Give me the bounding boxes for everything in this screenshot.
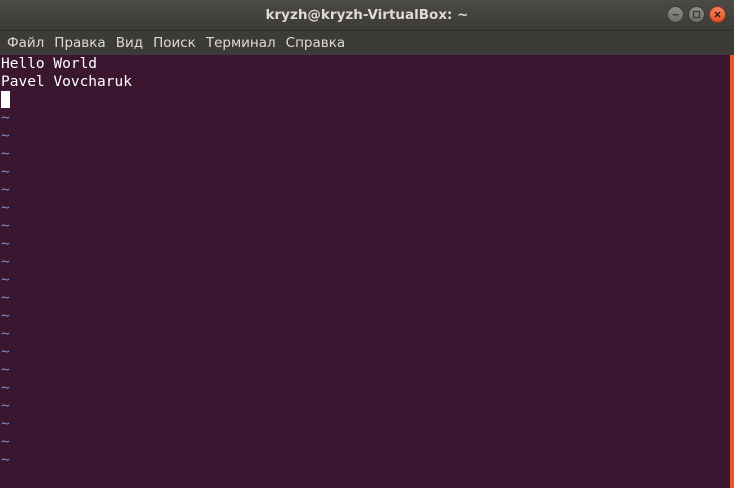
minimize-icon [671,10,680,19]
empty-line-tilde: ~ [1,416,10,432]
terminal-line: Hello World [1,56,98,72]
close-icon [713,10,722,19]
empty-line-tilde: ~ [1,236,10,252]
text-cursor [1,91,10,108]
terminal-window: kryzh@kryzh-VirtualBox: ~ Файл Правка Ви… [0,0,734,488]
empty-line-tilde: ~ [1,434,10,450]
minimize-button[interactable] [667,6,684,23]
empty-line-tilde: ~ [1,128,10,144]
empty-line-tilde: ~ [1,110,10,126]
menu-edit[interactable]: Правка [49,31,110,55]
menu-view[interactable]: Вид [111,31,148,55]
window-title: kryzh@kryzh-VirtualBox: ~ [265,7,469,23]
title-bar[interactable]: kryzh@kryzh-VirtualBox: ~ [0,0,734,31]
empty-line-tilde: ~ [1,164,10,180]
terminal-output[interactable]: Hello World Pavel Vovcharuk ~ ~ ~ ~ ~ ~ ~ ~ ~ ~ ~ ~… [0,55,729,488]
empty-line-tilde: ~ [1,452,10,468]
maximize-button[interactable] [688,6,705,23]
menu-help[interactable]: Справка [281,31,350,55]
empty-line-tilde: ~ [1,182,10,198]
menu-search[interactable]: Поиск [148,31,201,55]
empty-line-tilde: ~ [1,362,10,378]
window-controls [667,6,726,23]
menu-terminal[interactable]: Терминал [201,31,281,55]
empty-line-tilde: ~ [1,308,10,324]
empty-line-tilde: ~ [1,398,10,414]
maximize-icon [692,10,701,19]
empty-line-tilde: ~ [1,254,10,270]
scrollbar[interactable] [729,55,734,488]
empty-line-tilde: ~ [1,344,10,360]
terminal-line: Pavel Vovcharuk [1,74,132,90]
menu-bar: Файл Правка Вид Поиск Терминал Справка [0,31,734,55]
empty-line-tilde: ~ [1,218,10,234]
close-button[interactable] [709,6,726,23]
menu-file[interactable]: Файл [2,31,49,55]
cursor-line [0,91,729,109]
empty-line-tilde: ~ [1,290,10,306]
scrollbar-thumb[interactable] [730,55,734,488]
empty-line-tilde: ~ [1,380,10,396]
empty-line-tilde: ~ [1,146,10,162]
empty-line-tilde: ~ [1,200,10,216]
empty-line-tilde: ~ [1,272,10,288]
empty-line-tilde: ~ [1,326,10,342]
